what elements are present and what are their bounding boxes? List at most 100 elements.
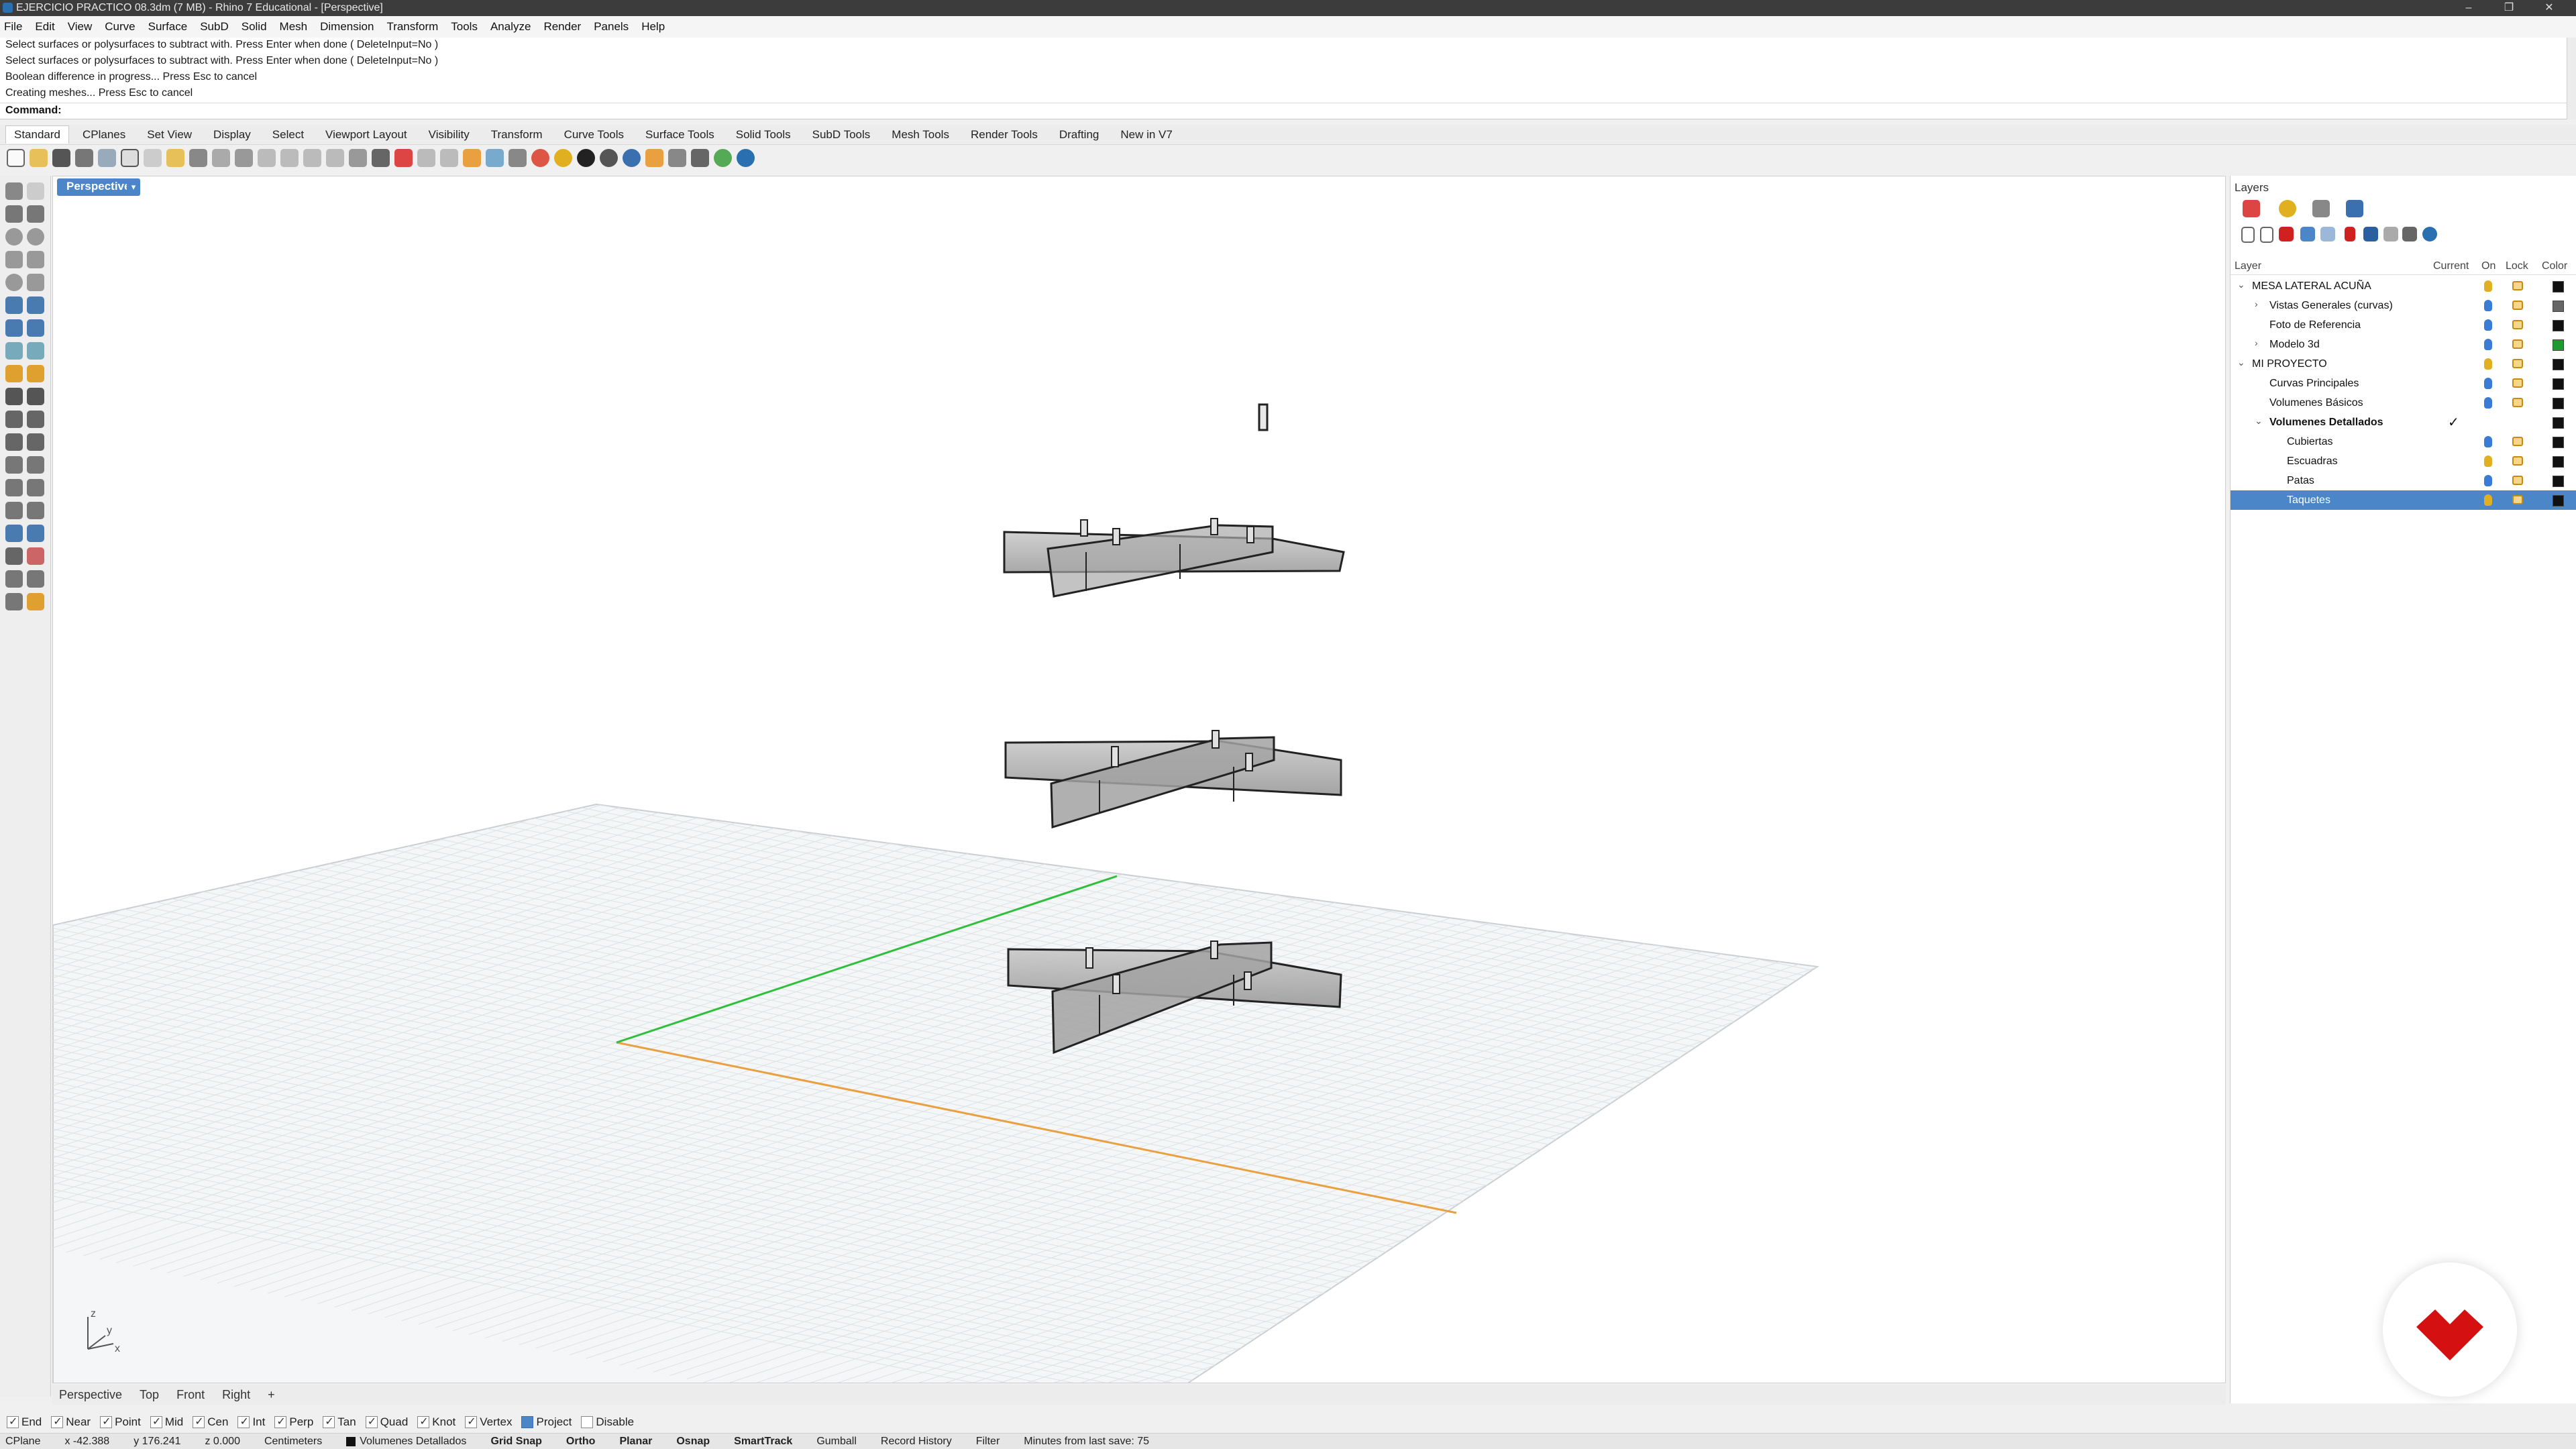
zoom-window-icon[interactable] (280, 148, 299, 167)
scale-icon[interactable] (27, 479, 44, 496)
layer-row[interactable]: Volumenes Básicos (2231, 393, 2576, 413)
ellipse-icon[interactable] (5, 274, 23, 291)
osnap-project[interactable]: Project (521, 1415, 572, 1429)
layer-row[interactable]: Foto de Referencia (2231, 315, 2576, 335)
col-lock[interactable]: Lock (2506, 260, 2528, 272)
lock-icon[interactable] (2512, 456, 2523, 466)
status-current-layer[interactable]: Volumenes Detallados (360, 1436, 466, 1448)
col-color[interactable]: Color (2542, 260, 2567, 272)
circle-icon[interactable] (5, 228, 23, 246)
help-icon[interactable] (737, 148, 755, 167)
layer-color-swatch[interactable] (2553, 320, 2564, 331)
bulb-icon[interactable] (2484, 455, 2492, 467)
layer-row[interactable]: › Modelo 3d (2231, 335, 2576, 354)
tab-curve-tools[interactable]: Curve Tools (556, 126, 632, 144)
rotate-icon[interactable] (5, 479, 23, 496)
select-all-icon[interactable] (440, 148, 458, 167)
layout-icon[interactable] (5, 570, 23, 588)
polyline-icon[interactable] (5, 205, 23, 223)
zoom-extents-icon[interactable] (303, 148, 321, 167)
lock-icon[interactable] (508, 148, 527, 167)
tab-select[interactable]: Select (264, 126, 312, 144)
menu-analyze[interactable]: Analyze (490, 20, 531, 34)
layer-color-swatch[interactable] (2553, 359, 2564, 370)
move-to-parent-icon[interactable] (2345, 227, 2355, 241)
menu-panels[interactable]: Panels (594, 20, 629, 34)
viewport-tab-perspective[interactable]: Perspective (59, 1388, 122, 1402)
delete-layer-icon[interactable] (2279, 227, 2294, 241)
osnap-disable[interactable]: Disable (581, 1415, 634, 1429)
chevron-down-icon[interactable]: ⌄ (2255, 415, 2263, 427)
options-icon[interactable] (645, 148, 663, 167)
osnap-near[interactable]: Near (51, 1415, 91, 1429)
pan-icon[interactable] (212, 148, 230, 167)
menu-tools[interactable]: Tools (451, 20, 478, 34)
status-record-history[interactable]: Record History (881, 1436, 952, 1448)
bulb-icon[interactable] (2484, 378, 2492, 389)
command-line[interactable]: Command: (0, 103, 2567, 119)
layer-row[interactable]: Curvas Principales (2231, 374, 2576, 393)
lock-icon[interactable] (2512, 281, 2523, 290)
layer-color-swatch[interactable] (2553, 495, 2564, 506)
status-planar[interactable]: Planar (619, 1436, 652, 1448)
zoom-icon[interactable] (258, 148, 276, 167)
zoom-selected-icon[interactable] (326, 148, 344, 167)
move-layer-up-icon[interactable] (2300, 227, 2315, 241)
layer-color-swatch[interactable] (2553, 456, 2564, 468)
lock-icon[interactable] (2512, 320, 2523, 329)
status-cplane[interactable]: CPlane (5, 1436, 40, 1448)
layer-row[interactable]: Cubiertas (2231, 432, 2576, 451)
trim-icon[interactable] (5, 411, 23, 428)
menu-help[interactable]: Help (641, 20, 665, 34)
menu-curve[interactable]: Curve (105, 20, 135, 34)
upper-cross-frame[interactable] (1003, 518, 1345, 598)
layer-color-swatch[interactable] (2553, 378, 2564, 390)
copy-icon[interactable] (144, 148, 162, 167)
status-filter[interactable]: Filter (976, 1436, 1000, 1448)
osnap-vertex[interactable]: Vertex (465, 1415, 512, 1429)
chevron-right-icon[interactable]: › (2255, 337, 2258, 348)
lock-icon[interactable] (2512, 476, 2523, 485)
box-icon[interactable] (5, 319, 23, 337)
viewport-tab-top[interactable]: Top (140, 1388, 159, 1402)
curve-icon[interactable] (27, 205, 44, 223)
maximize-icon[interactable]: ❐ (2496, 0, 2522, 16)
print-icon[interactable] (75, 148, 93, 167)
undo-view-icon[interactable] (349, 148, 367, 167)
bulb-icon[interactable] (2484, 436, 2492, 447)
filter-icon[interactable] (2363, 227, 2378, 241)
new-layer-icon[interactable] (2241, 227, 2255, 243)
layer-color-swatch[interactable] (2553, 476, 2564, 487)
bulb-icon[interactable] (2484, 494, 2492, 506)
status-gumball[interactable]: Gumball (816, 1436, 857, 1448)
undo-icon[interactable] (189, 148, 207, 167)
osnap-tan[interactable]: Tan (323, 1415, 356, 1429)
tab-drafting[interactable]: Drafting (1051, 126, 1108, 144)
join-icon[interactable] (5, 433, 23, 451)
perspective-viewport[interactable]: z y x Perspective ▾ (52, 176, 2226, 1383)
rotate-view-icon[interactable] (235, 148, 253, 167)
layer-color-swatch[interactable] (2553, 281, 2564, 292)
layer-color-swatch[interactable] (2553, 437, 2564, 448)
bulb-icon[interactable] (2484, 300, 2492, 311)
bulb-icon[interactable] (2484, 280, 2492, 292)
menu-edit[interactable]: Edit (35, 20, 54, 34)
command-scrollbar[interactable] (2567, 38, 2576, 119)
osnap-int[interactable]: Int (237, 1415, 265, 1429)
plugin-icon[interactable] (714, 148, 732, 167)
tab-new-in-v7[interactable]: New in V7 (1112, 126, 1180, 144)
tab-solid-tools[interactable]: Solid Tools (728, 126, 799, 144)
rendered-icon[interactable] (600, 148, 618, 167)
layer-color-swatch[interactable] (2553, 417, 2564, 429)
layer-color-swatch[interactable] (2553, 301, 2564, 312)
light-tool-icon[interactable] (27, 365, 44, 382)
menu-mesh[interactable]: Mesh (280, 20, 308, 34)
import-icon[interactable] (98, 148, 116, 167)
tab-transform[interactable]: Transform (483, 126, 551, 144)
light-icon[interactable] (463, 148, 481, 167)
taquete-object[interactable] (1258, 403, 1269, 431)
tab-subd-tools[interactable]: SubD Tools (804, 126, 879, 144)
osnap-cen[interactable]: Cen (193, 1415, 228, 1429)
layer-color-swatch[interactable] (2553, 339, 2564, 351)
osnap-perp[interactable]: Perp (274, 1415, 313, 1429)
